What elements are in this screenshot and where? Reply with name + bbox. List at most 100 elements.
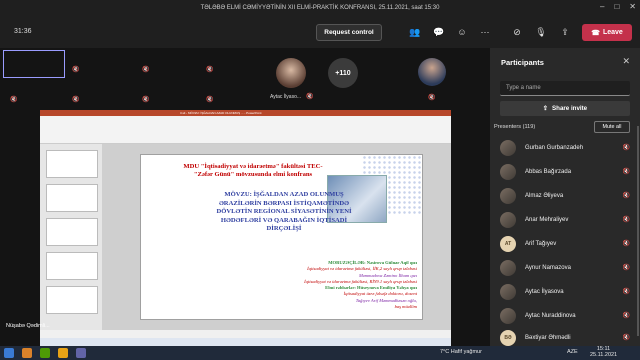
more-participants-count[interactable]: +110 [328,58,358,88]
teams-icon[interactable] [76,348,86,358]
windows-start-icon[interactable] [4,348,14,358]
input-language[interactable]: AZE [567,349,578,355]
participant-name: Gurban Gurbanzadeh [525,145,584,151]
window-controls: – □ ✕ [600,2,636,11]
share-icon: ⇪ [542,105,549,112]
muted-mic-icon: 🔇 [72,67,80,73]
participant-name: Almaz Əliyeva [525,193,564,199]
share-invite-button[interactable]: ⇪ Share invite [500,101,630,116]
participant-name: Aynur Namazova [525,265,571,271]
muted-mic-icon: 🔇 [622,241,630,247]
panel-title: Participants [501,58,544,67]
self-name-label: Nüşabə Qədimli... [6,323,50,329]
camera-off-icon[interactable]: ⊘ [510,25,524,39]
ppt-thumbnail-pane [40,144,102,330]
participant-avatar [500,260,516,276]
topic-line: ƏRAZİLƏRİN BƏRPASI İSTİQAMƏTİNDƏ [218,199,350,207]
mute-all-button[interactable]: Mute all [594,121,630,133]
muted-mic-icon: 🔇 [622,193,630,199]
ppt-ribbon [40,116,451,144]
participant-name: Anar Mehraliyev [525,217,569,223]
meeting-timer: 31:36 [14,28,32,35]
leave-button[interactable]: ☎ Leave [582,24,632,41]
ppt-title-text: 3.sli - MÖVZU: İŞĞALDAN AZAD OLUNMUŞ ...… [180,111,262,115]
muted-mic-icon: 🔇 [622,313,630,319]
selected-video-tile[interactable] [3,50,65,78]
participant-row[interactable]: AT Arif Tağıyev 🔇 [500,232,632,256]
clock[interactable]: 15:11 25.11.2021 [590,346,617,358]
heading-line: MDU "İqtisadiyyat və idarəetmə" fakültəs… [183,163,323,170]
window-titlebar: TƏLƏBƏ ELMİ CƏMİYYƏTİNİN XII ELMİ-PRAKTİ… [0,0,640,16]
participant-row[interactable]: Aytac Nuraddinova 🔇 [500,304,632,328]
ppt-statusbar [40,330,451,338]
minimize-icon[interactable]: – [600,2,604,11]
participant-avatar[interactable] [418,58,446,86]
participant-row[interactable]: Almaz Əliyeva 🔇 [500,184,632,208]
request-control-button[interactable]: Request control [316,24,382,41]
more-options-icon[interactable]: ⋯ [478,25,492,39]
ppt-canvas: MDU "İqtisadiyyat və idarəetmə" fakültəs… [102,144,451,330]
participant-avatar: AT [500,236,516,252]
taskbar-app-icon[interactable] [22,348,32,358]
topic-line: DİRÇƏLİŞİ [266,225,302,233]
share-screen-icon[interactable]: ⇪ [558,25,572,39]
participant-row[interactable]: BƏ Bəxtiyar Əhmədli 🔇 [500,326,632,346]
participant-name: Bəxtiyar Əhmədli [525,335,571,341]
heading-line: "Zəfər Günü" mövzusunda elmi konfrans [193,171,313,178]
slide-thumbnail [46,184,98,212]
current-slide: MDU "İqtisadiyyat və idarəetmə" fakültəs… [140,154,423,320]
weather-status[interactable]: 7°C Hafif yağmur [440,349,482,355]
panel-scrollbar[interactable] [637,126,639,336]
muted-mic-icon: 🔇 [142,97,150,103]
participant-name: Aytac Nuraddinova [525,313,576,319]
slide-thumbnail [46,252,98,280]
muted-mic-icon: 🔇 [622,169,630,175]
slide-thumbnail [46,150,98,178]
muted-mic-icon: 🔇 [622,217,630,223]
tile-name: Aytac İlyaso... [270,94,302,100]
close-icon[interactable]: ✕ [629,2,636,11]
muted-mic-icon: 🔇 [622,289,630,295]
muted-mic-icon: 🔇 [622,145,630,151]
slide-heading: MDU "İqtisadiyyat və idarəetmə" fakültəs… [153,163,353,179]
participants-panel: Participants ✕ Type a name ⇪ Share invit… [490,48,640,346]
participant-avatar: BƏ [500,330,516,346]
participant-row[interactable]: Aynur Namazova 🔇 [500,256,632,280]
remote-taskbar [40,338,451,346]
clock-date: 25.11.2021 [590,352,618,358]
participant-row[interactable]: Aytac İlyasova 🔇 [500,280,632,304]
people-icon[interactable]: 👥 [408,25,422,39]
taskbar-app-icon[interactable] [40,348,50,358]
muted-mic-icon: 🔇 [142,67,150,73]
topic-line: DÖVLƏTİN REGİONAL SİYASƏTİNİN YENİ [216,208,352,216]
participant-row[interactable]: Anar Mehraliyev 🔇 [500,208,632,232]
participant-row[interactable]: Abbas Bağırzada 🔇 [500,160,632,184]
maximize-icon[interactable]: □ [614,2,619,11]
phone-icon: ☎ [591,29,600,37]
os-taskbar: 7°C Hafif yağmur AZE 15:11 25.11.2021 [0,346,640,360]
participant-avatar [500,140,516,156]
mic-off-icon[interactable]: 🎙 [534,25,548,39]
participant-name: Abbas Bağırzada [525,169,572,175]
muted-mic-icon: 🔇 [428,95,436,101]
topic-line: MÖVZU: İŞĞALDAN AZAD OLUNMUŞ [224,191,344,198]
muted-mic-icon: 🔇 [10,97,18,103]
participant-avatar[interactable] [276,58,306,88]
taskbar-app-icon[interactable] [58,348,68,358]
slide-thumbnail [46,218,98,246]
close-panel-icon[interactable]: ✕ [622,56,630,67]
participant-name: Aytac İlyasova [525,289,564,295]
presenters-section-header[interactable]: Presenters (119) [494,124,535,130]
participant-avatar [500,188,516,204]
participant-avatar [500,164,516,180]
chat-icon[interactable]: 💬 [432,25,446,39]
supervisor2-info: baş müəllim [394,304,417,310]
muted-mic-icon: 🔇 [72,97,80,103]
participant-row[interactable]: Gurban Gurbanzadeh 🔇 [500,136,632,160]
muted-mic-icon: 🔇 [206,67,214,73]
slide-authors: MORUZƏÇİLƏR: Nəsirova Gülnar Aqil qızı İ… [227,260,417,310]
participant-search-input[interactable]: Type a name [500,81,630,96]
muted-mic-icon: 🔇 [622,265,630,271]
muted-mic-icon: 🔇 [206,97,214,103]
reactions-icon[interactable]: ☺ [455,25,469,39]
